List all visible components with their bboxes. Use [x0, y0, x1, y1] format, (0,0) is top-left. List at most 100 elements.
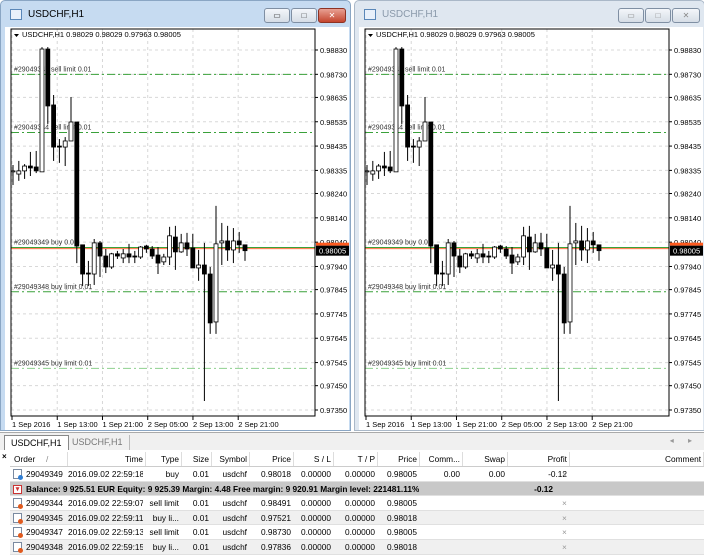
column-header-swap[interactable]: Swap	[463, 452, 508, 466]
ask-price-marker	[316, 242, 349, 246]
bull-candle	[550, 264, 556, 269]
order-line-label: #29049347 sell limit 0.01	[368, 66, 446, 73]
bear-candle	[509, 254, 515, 264]
title-bar[interactable]: USDCHF,H1 ▭ □ ✕	[1, 1, 350, 28]
column-header-symbol[interactable]: Symbol	[212, 452, 250, 466]
column-header-type[interactable]: Type	[146, 452, 182, 466]
cell-order: 29049349	[26, 469, 63, 479]
bull-candle	[445, 242, 451, 275]
bull-candle	[376, 165, 382, 172]
cell-order: 29049344	[26, 498, 63, 509]
price-tick-label: 0.97645	[320, 334, 347, 343]
bull-candle	[16, 170, 22, 175]
window-title: USDCHF,H1	[382, 9, 439, 20]
time-tick-label: 2 Sep 05:00	[502, 420, 542, 429]
cell-profit: -0.12	[548, 469, 567, 479]
table-row[interactable]: 29049347 2016.09.02 22:59:13 sell limit 0.0…	[10, 525, 704, 540]
cell-symbol: usdchf	[222, 527, 247, 538]
tab-chart-1[interactable]: USDCHF,H1	[4, 435, 69, 450]
bear-candle	[381, 165, 387, 169]
close-button[interactable]: ✕	[318, 8, 346, 23]
bear-candle	[480, 253, 486, 258]
column-header-profit[interactable]: Profit	[508, 452, 570, 466]
price-tick-label: 0.97450	[674, 382, 701, 391]
price-chart[interactable]: 0.98830 0.98730 0.98635 0.98535 0.98435 0.983…	[359, 27, 703, 430]
cell-sl: 0.00000	[301, 498, 331, 509]
price-tick-label: 0.97645	[674, 334, 701, 343]
column-header-comm[interactable]: Comm...	[420, 452, 463, 466]
price-chart[interactable]: 0.98830 0.98730 0.98635 0.98535 0.98435 0.983…	[5, 27, 349, 430]
price-tick-label: 0.97745	[320, 310, 347, 319]
time-tick-label: 1 Sep 2016	[12, 420, 50, 429]
price-tick-label: 0.98730	[320, 70, 347, 79]
cell-size: 0.01	[192, 469, 209, 479]
bull-candle	[138, 246, 144, 258]
price-tick-label: 0.98435	[674, 142, 701, 151]
bear-candle	[387, 166, 393, 172]
minimize-button[interactable]: ▭	[264, 8, 290, 23]
price-tick-label: 0.97545	[320, 359, 347, 368]
bear-candle	[190, 247, 196, 269]
minimize-button[interactable]: ▭	[618, 8, 644, 23]
chart-header: USDCHF,H1 0.98029 0.98029 0.97963 0.9800…	[376, 30, 535, 39]
cell-tp: 0.00000	[345, 469, 375, 479]
price-tick-label: 0.98535	[674, 118, 701, 127]
bear-candle	[486, 255, 492, 258]
price-tick-label: 0.98830	[674, 46, 701, 55]
bear-candle	[74, 121, 80, 247]
delete-order-icon[interactable]: ×	[562, 527, 567, 537]
bull-candle	[573, 240, 579, 244]
table-row[interactable]: 29049349 2016.09.02 22:59:18 buy 0.01 usdchf…	[10, 467, 704, 482]
bull-candle	[22, 165, 28, 172]
cell-price: 0.98018	[261, 469, 291, 479]
maximize-button[interactable]: □	[645, 8, 671, 23]
column-header-comment[interactable]: Comment	[570, 452, 704, 466]
tab-chart-2[interactable]: USDCHF,H1	[66, 435, 130, 450]
column-header-order[interactable]: Order	[10, 452, 68, 466]
cell-cur: 0.98018	[387, 512, 417, 523]
delete-order-icon[interactable]: ×	[562, 498, 567, 508]
column-header-cur[interactable]: Price	[378, 452, 420, 466]
chart-window-1[interactable]: USDCHF,H1 ▭ □ ✕ 0.98830 0.98730 0.98635 0.9…	[0, 0, 351, 431]
cell-type: sell limit	[149, 527, 179, 538]
price-tick-label: 0.97845	[674, 286, 701, 295]
column-header-size[interactable]: Size	[182, 452, 212, 466]
bear-candle	[207, 273, 213, 324]
title-bar[interactable]: USDCHF,H1 ▭ □ ✕	[355, 1, 704, 28]
cell-time: 2016.09.02 22:59:11	[68, 512, 143, 523]
plot-border	[364, 28, 670, 417]
cell-symbol: usdchf	[222, 498, 247, 509]
cell-comm: 0.00	[443, 469, 460, 479]
bull-candle	[364, 170, 370, 173]
column-header-price[interactable]: Price	[250, 452, 294, 466]
cell-symbol: usdchf	[222, 512, 247, 523]
delete-order-icon[interactable]: ×	[562, 469, 567, 479]
cell-tp: 0.00000	[345, 498, 375, 509]
tab-scroll-arrows[interactable]: ◂ ▸	[670, 436, 698, 445]
delete-order-icon[interactable]: ×	[562, 542, 567, 552]
table-row[interactable]: 29049348 2016.09.02 22:59:15 buy li... 0.01…	[10, 539, 704, 555]
terminal-close-icon[interactable]: ×	[2, 452, 7, 461]
table-row[interactable]: 29049344 2016.09.02 22:59:07 sell limit 0.0…	[10, 496, 704, 511]
bear-candle	[33, 166, 39, 172]
bull-candle	[109, 253, 114, 268]
table-row[interactable]: 29049345 2016.09.02 22:59:11 buy li... 0.01…	[10, 510, 704, 526]
cell-price: 0.97521	[261, 512, 291, 523]
column-header-sl[interactable]: S / L	[294, 452, 334, 466]
bear-candle	[172, 236, 178, 253]
column-header-tp[interactable]: T / P	[334, 452, 378, 466]
cell-tp: 0.00000	[345, 512, 375, 523]
close-button[interactable]: ✕	[672, 8, 700, 23]
bull-candle	[39, 48, 45, 173]
bull-candle	[370, 170, 376, 175]
bear-candle	[103, 255, 109, 268]
cell-price: 0.97836	[261, 541, 291, 552]
bear-candle	[469, 253, 474, 257]
balance-summary: Balance: 9 925.51 EUR Equity: 9 925.39 M…	[26, 483, 420, 494]
delete-order-icon[interactable]: ×	[562, 513, 567, 523]
order-line-label: #29049349 buy 0.01	[14, 240, 78, 247]
maximize-button[interactable]: □	[291, 8, 317, 23]
column-header-time[interactable]: Time	[68, 452, 146, 466]
chart-window-2[interactable]: USDCHF,H1 ▭ □ ✕ 0.98830 0.98730 0.98635 0.9…	[354, 0, 704, 431]
sort-indicator: /	[46, 454, 49, 464]
